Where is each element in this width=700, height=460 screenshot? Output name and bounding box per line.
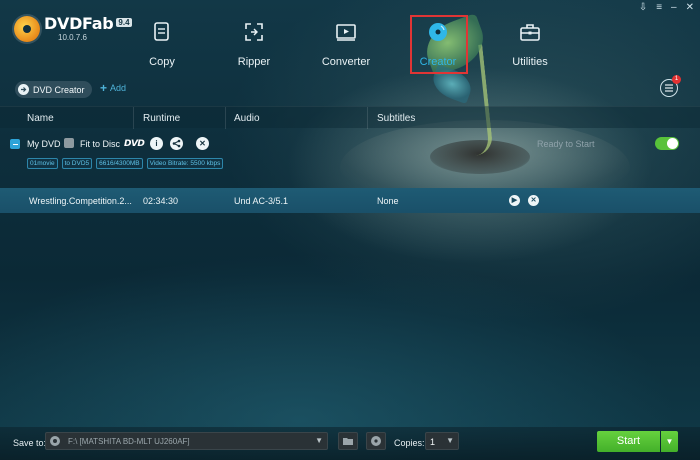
task-queue-button[interactable]: 1 (660, 75, 681, 97)
minimize-icon[interactable]: – (671, 3, 677, 13)
folder-icon (343, 438, 353, 445)
start-options-chevron-icon[interactable]: ▼ (661, 431, 678, 452)
fit-to-disc-checkbox[interactable] (64, 138, 74, 148)
column-audio[interactable]: Audio (234, 113, 260, 124)
chip-output-format[interactable]: to DVD5 (61, 158, 93, 169)
title-audio[interactable]: Und AC-3/5.1 (234, 196, 288, 206)
column-name[interactable]: Name (27, 113, 54, 124)
fit-to-disc-label: Fit to Disc (80, 139, 121, 149)
mode-arrow-icon (18, 84, 29, 95)
window-controls: ⇩ ≡ – ✕ (639, 3, 694, 13)
plus-icon: + (100, 81, 108, 95)
close-icon[interactable]: ✕ (686, 3, 694, 13)
converter-icon (306, 20, 386, 44)
browse-folder-button[interactable] (338, 432, 358, 450)
dvd-logo-icon: DVD (124, 139, 145, 149)
chip-video-bitrate[interactable]: Video Bitrate: 5500 kbps (146, 158, 224, 169)
copies-label: Copies: (394, 438, 425, 448)
chevron-down-icon: ▼ (446, 436, 454, 445)
queue-count-badge: 1 (672, 75, 681, 84)
nav-label: Ripper (237, 56, 271, 68)
remove-title-icon[interactable]: ✕ (528, 195, 539, 206)
app-logo: DVDFab 9.4 10.0.7.6 (14, 14, 132, 42)
save-to-dropdown[interactable]: F:\ [MATSHITA BD-MLT UJ260AF] ▼ (45, 432, 328, 450)
main-nav: Copy Ripper Converter Creator Utilities (120, 20, 570, 72)
nav-label: Converter (321, 56, 371, 68)
nav-label: Copy (149, 56, 175, 68)
task-status: Ready to Start (537, 139, 595, 149)
column-divider (367, 107, 368, 129)
chip-size[interactable]: 6616/4300MB (96, 158, 143, 169)
add-label: Add (110, 83, 127, 93)
dvd-select-checkbox[interactable] (10, 139, 20, 149)
logo-name: DVDFab (44, 14, 114, 33)
iso-output-button[interactable] (366, 432, 386, 450)
chip-movie-count[interactable]: 01movie (27, 158, 58, 169)
dvdfab-logo-icon (14, 16, 40, 42)
toolbox-icon (490, 20, 570, 44)
app-window: ⇩ ≡ – ✕ DVDFab9.4 10.0.7.6 Copy Ripper (0, 0, 700, 460)
copies-dropdown[interactable]: 1 ▼ (425, 432, 459, 450)
dvd-name: My DVD (27, 139, 61, 149)
nav-label: Utilities (512, 56, 548, 68)
creator-highlight-box (410, 15, 468, 74)
task-enable-toggle[interactable] (655, 137, 679, 150)
copy-icon (122, 20, 202, 44)
nav-copy[interactable]: Copy (122, 20, 202, 68)
nav-ripper[interactable]: Ripper (214, 20, 294, 68)
column-divider (225, 107, 226, 129)
add-source-button[interactable]: + Add (100, 81, 127, 95)
title-name: Wrestling.Competition.2... (29, 196, 132, 206)
ripper-icon (214, 20, 294, 44)
copies-value: 1 (430, 437, 436, 447)
iso-disc-icon (371, 436, 381, 446)
remove-icon[interactable]: ✕ (196, 137, 209, 150)
nav-utilities[interactable]: Utilities (490, 20, 570, 68)
chevron-down-icon: ▼ (315, 436, 323, 445)
app-version: 10.0.7.6 (58, 33, 87, 42)
start-button[interactable]: Start (597, 431, 660, 452)
column-header: Name Runtime Audio Subtitles (0, 106, 700, 129)
title-subtitles[interactable]: None (377, 196, 399, 206)
disc-drive-icon (50, 436, 60, 446)
save-to-value: F:\ [MATSHITA BD-MLT UJ260AF] (68, 437, 190, 446)
play-icon[interactable]: ▶ (509, 195, 520, 206)
info-icon[interactable]: i (150, 137, 163, 150)
task-info-chips: 01movie to DVD5 6616/4300MB Video Bitrat… (27, 158, 224, 169)
download-icon[interactable]: ⇩ (639, 3, 647, 13)
settings-share-icon[interactable] (170, 137, 183, 150)
nav-converter[interactable]: Converter (306, 20, 386, 68)
column-runtime[interactable]: Runtime (143, 113, 180, 124)
title-runtime: 02:34:30 (143, 196, 179, 206)
mode-label: DVD Creator (33, 84, 85, 95)
save-to-label: Save to: (13, 438, 47, 448)
list-icon (665, 84, 673, 92)
menu-icon[interactable]: ≡ (656, 3, 662, 13)
title-row[interactable]: Wrestling.Competition.2... 02:34:30 Und … (0, 188, 700, 213)
column-divider (133, 107, 134, 129)
column-subtitles[interactable]: Subtitles (377, 113, 415, 124)
dvd-creator-mode-button[interactable]: DVD Creator (15, 81, 92, 98)
